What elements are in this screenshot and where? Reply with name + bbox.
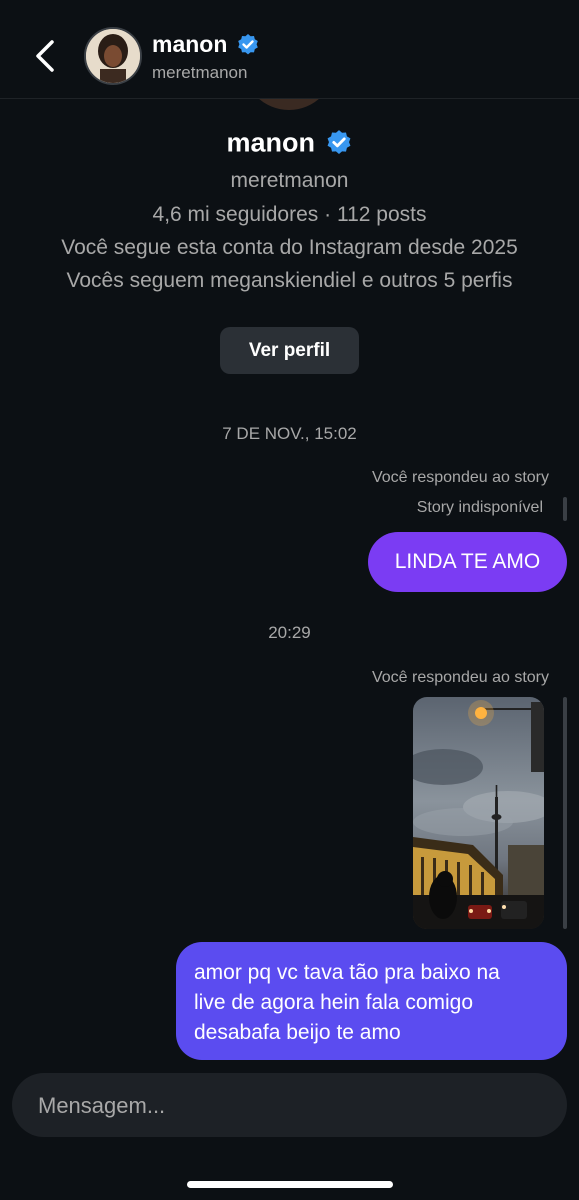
verified-badge-icon <box>238 34 258 55</box>
message-bubble[interactable]: LINDA TE AMO <box>368 532 567 592</box>
header-name[interactable]: manon <box>152 31 227 58</box>
profile-name: manon <box>0 126 579 158</box>
story-thumbnail[interactable] <box>413 697 544 929</box>
profile-username: meretmanon <box>230 169 349 192</box>
message-composer <box>12 1073 567 1137</box>
date-separator: 7 DE NOV., 15:02 <box>222 424 357 443</box>
message-input[interactable] <box>36 1087 540 1125</box>
view-profile-button[interactable]: Ver perfil <box>220 327 359 374</box>
home-indicator[interactable] <box>187 1181 393 1188</box>
message-bubble[interactable]: amor pq vc tava tão pra baixo na live de… <box>176 942 567 1060</box>
time-separator: 20:29 <box>268 623 311 642</box>
profile-name-text: manon <box>226 127 315 158</box>
back-button[interactable] <box>28 36 68 76</box>
chevron-left-icon <box>36 40 54 72</box>
story-image <box>413 697 544 929</box>
story-unavailable: Story indisponível <box>416 499 543 516</box>
story-reply-note: Você respondeu ao story <box>371 669 549 686</box>
story-reply-note: Você respondeu ao story <box>371 469 549 486</box>
story-reply-bar <box>563 497 567 521</box>
header-username: meretmanon <box>152 63 248 82</box>
avatar[interactable] <box>84 27 142 85</box>
verified-badge-icon <box>327 130 350 154</box>
chat-header: manon meretmanon <box>0 0 579 99</box>
story-reply-bar <box>563 697 567 929</box>
mutual-followers: Vocês seguem meganskiendiel e outros 5 p… <box>66 269 513 292</box>
profile-stats: 4,6 mi seguidores · 112 posts <box>152 203 427 226</box>
follow-since: Você segue esta conta do Instagram desde… <box>61 236 518 259</box>
avatar-photo <box>86 29 140 83</box>
